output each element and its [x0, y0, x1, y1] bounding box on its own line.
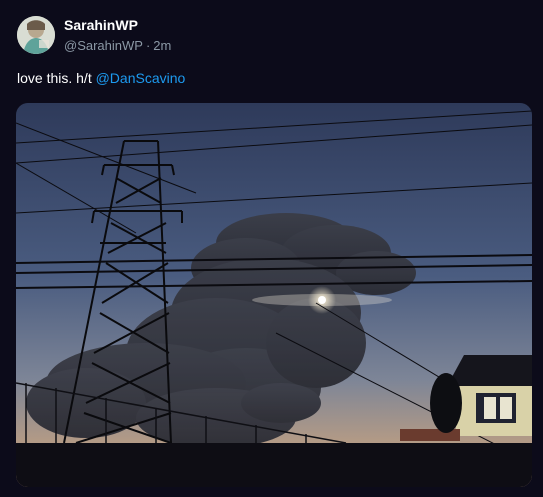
- avatar-image: [17, 16, 55, 54]
- timestamp[interactable]: 2m: [153, 38, 171, 53]
- tweet-text-body: love this. h/t: [17, 70, 96, 86]
- user-handle[interactable]: @SarahinWP: [64, 38, 143, 53]
- tweet-text: love this. h/t @DanScavino: [17, 70, 185, 86]
- avatar[interactable]: [17, 16, 55, 54]
- mention-link[interactable]: @DanScavino: [96, 70, 186, 86]
- meta-separator: ·: [145, 38, 151, 53]
- display-name[interactable]: SarahinWP: [64, 17, 138, 33]
- tweet-media[interactable]: [16, 103, 532, 487]
- tweet-meta: @SarahinWP · 2m: [64, 38, 171, 53]
- media-photo: [16, 103, 532, 487]
- tweet[interactable]: SarahinWP @SarahinWP · 2m love this. h/t @…: [0, 0, 543, 497]
